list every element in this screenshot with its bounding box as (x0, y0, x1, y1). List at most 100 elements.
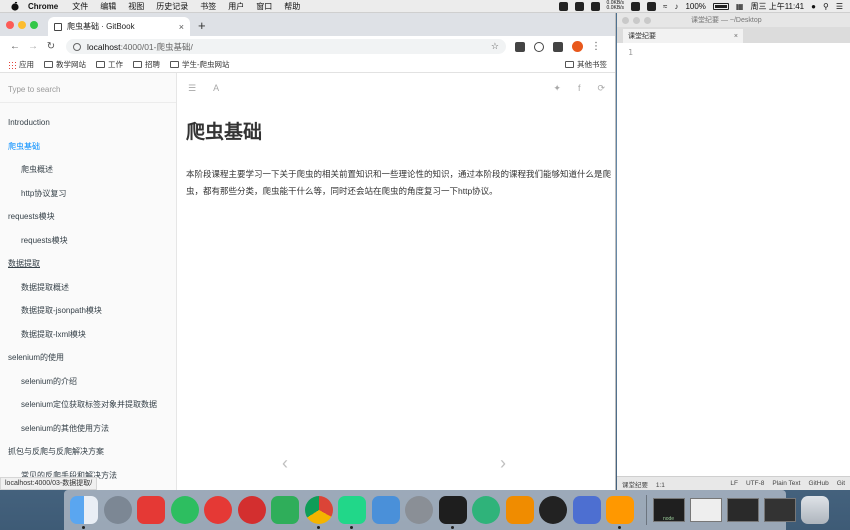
battery-icon[interactable] (712, 2, 729, 10)
facebook-icon[interactable]: f (578, 83, 581, 94)
toc-section[interactable]: selenium定位获取标签对象并提取数据 (0, 393, 176, 417)
toc-chapter[interactable]: Introduction (0, 111, 176, 135)
close-window-button[interactable] (6, 21, 14, 29)
bookmark-folder[interactable]: 工作 (96, 59, 123, 70)
font-settings-icon[interactable]: A (213, 83, 219, 93)
chrome-icon[interactable] (304, 496, 333, 529)
toc-chapter[interactable]: 抓包与反爬与反爬解决方案 (0, 440, 176, 464)
netease-music-icon[interactable] (204, 496, 232, 524)
sublime-text-icon[interactable] (606, 496, 634, 529)
toggle-sidebar-icon[interactable]: ☰ (188, 83, 196, 94)
minimize-window-button[interactable] (633, 16, 640, 24)
toc-chapter[interactable]: 数据提取 (0, 252, 176, 276)
keynote-icon[interactable] (371, 496, 400, 524)
zoom-window-button[interactable] (30, 21, 38, 29)
tab-active[interactable]: 爬虫基础 · GitBook × (48, 17, 190, 36)
status-github[interactable]: GitHub (808, 480, 828, 487)
spotlight-icon[interactable]: ⚲ (823, 2, 829, 11)
minimized-window[interactable] (726, 498, 759, 522)
toc-section[interactable]: 数据提取-jsonpath模块 (0, 299, 176, 323)
toc-section[interactable]: 数据提取概述 (0, 276, 176, 300)
atom-icon[interactable] (472, 496, 500, 524)
toc-section[interactable]: requests模块 (0, 229, 176, 253)
toc-section[interactable]: selenium的其他使用方法 (0, 417, 176, 441)
extension-icon[interactable] (534, 41, 544, 52)
system-preferences-icon[interactable] (405, 496, 433, 524)
text-editor-area[interactable]: 1 (617, 43, 850, 476)
toc-chapter[interactable]: selenium的使用 (0, 346, 176, 370)
chrome-menu-icon[interactable]: ⋮ (591, 41, 601, 52)
tray-app-icon[interactable] (590, 1, 600, 11)
menu-file[interactable]: 文件 (72, 1, 88, 12)
address-bar[interactable]: localhost:4000/01-爬虫基础/ ☆ (66, 39, 506, 54)
vlc-icon[interactable] (505, 496, 534, 524)
bookmark-folder[interactable]: 招聘 (133, 59, 160, 70)
site-info-icon[interactable] (73, 42, 81, 51)
twitter-icon[interactable]: ✦ (553, 83, 561, 94)
volume-icon[interactable]: ♪ (674, 2, 678, 11)
tray-app-icon[interactable] (631, 1, 641, 11)
back-arrow-icon[interactable]: ← (6, 41, 24, 52)
xmind-icon[interactable] (137, 496, 165, 524)
pycharm-icon[interactable] (338, 496, 366, 529)
status-line-endings[interactable]: LF (730, 480, 738, 487)
menu-bookmarks[interactable]: 书签 (200, 1, 216, 12)
tab-close-icon[interactable]: × (179, 22, 184, 32)
status-git[interactable]: Git (837, 480, 845, 487)
toc-section[interactable]: 数据提取-lxml模块 (0, 323, 176, 347)
other-bookmarks[interactable]: 其他书签 (565, 59, 607, 70)
zoom-window-button[interactable] (644, 16, 651, 24)
evernote-icon[interactable] (170, 496, 199, 524)
bookmark-star-icon[interactable]: ☆ (491, 41, 499, 52)
reload-icon[interactable]: ↻ (42, 41, 60, 52)
status-syntax[interactable]: Plain Text (772, 480, 800, 487)
extension-icon[interactable] (553, 41, 563, 52)
menu-history[interactable]: 历史记录 (156, 1, 188, 12)
new-tab-button[interactable]: + (198, 18, 206, 33)
minimized-window[interactable] (763, 498, 796, 522)
minimized-terminal-window[interactable]: node (652, 498, 685, 522)
tab-close-icon[interactable]: × (734, 33, 738, 40)
extension-icon[interactable] (515, 41, 525, 52)
bookmark-folder[interactable]: 学生-爬虫网站 (170, 59, 230, 70)
menu-window[interactable]: 窗口 (256, 1, 272, 12)
clock[interactable]: 周三 上午11:41 (750, 1, 804, 12)
minimized-window[interactable] (689, 498, 722, 522)
bookmark-folder[interactable]: 教学网站 (44, 59, 86, 70)
terminal-icon[interactable] (438, 496, 467, 529)
tray-app-icon[interactable] (574, 1, 584, 11)
toc-chapter[interactable]: 爬虫基础 (0, 135, 176, 159)
menu-user[interactable]: 用户 (228, 1, 244, 12)
next-page-arrow[interactable]: › (500, 453, 506, 474)
mail-master-icon[interactable] (237, 496, 266, 524)
user-icon[interactable]: ● (811, 2, 816, 11)
share-icon[interactable]: ⟳ (597, 83, 605, 94)
toc-chapter[interactable]: requests模块 (0, 205, 176, 229)
obs-icon[interactable] (539, 496, 567, 524)
bookmark-apps[interactable]: 应用 (8, 59, 34, 70)
app-icon[interactable] (572, 496, 601, 524)
notification-center-icon[interactable]: ☰ (836, 2, 843, 11)
search-input[interactable] (8, 85, 168, 94)
sublime-tab[interactable]: 课堂纪要 × (623, 29, 743, 43)
toc-section[interactable]: http协议复习 (0, 182, 176, 206)
finder-icon[interactable] (70, 496, 98, 529)
menu-view[interactable]: 视图 (128, 1, 144, 12)
trash-icon[interactable] (800, 496, 829, 524)
close-window-button[interactable] (622, 16, 629, 24)
wifi-icon[interactable]: ≈ (663, 2, 667, 11)
apple-menu-icon[interactable] (10, 1, 20, 11)
previous-page-arrow[interactable]: ‹ (282, 453, 288, 474)
minimize-window-button[interactable] (18, 21, 26, 29)
input-method-icon[interactable]: ▦ (736, 2, 744, 11)
menu-edit[interactable]: 编辑 (100, 1, 116, 12)
forward-arrow-icon[interactable]: → (24, 41, 42, 52)
battery-percent[interactable]: 100% (685, 2, 705, 11)
toc-section[interactable]: selenium的介绍 (0, 370, 176, 394)
launchpad-icon[interactable] (103, 496, 132, 524)
profile-avatar[interactable] (572, 41, 583, 52)
tray-app-icon[interactable] (558, 1, 568, 11)
menu-help[interactable]: 帮助 (284, 1, 300, 12)
tray-app-icon[interactable] (647, 1, 657, 11)
status-encoding[interactable]: UTF-8 (746, 480, 764, 487)
